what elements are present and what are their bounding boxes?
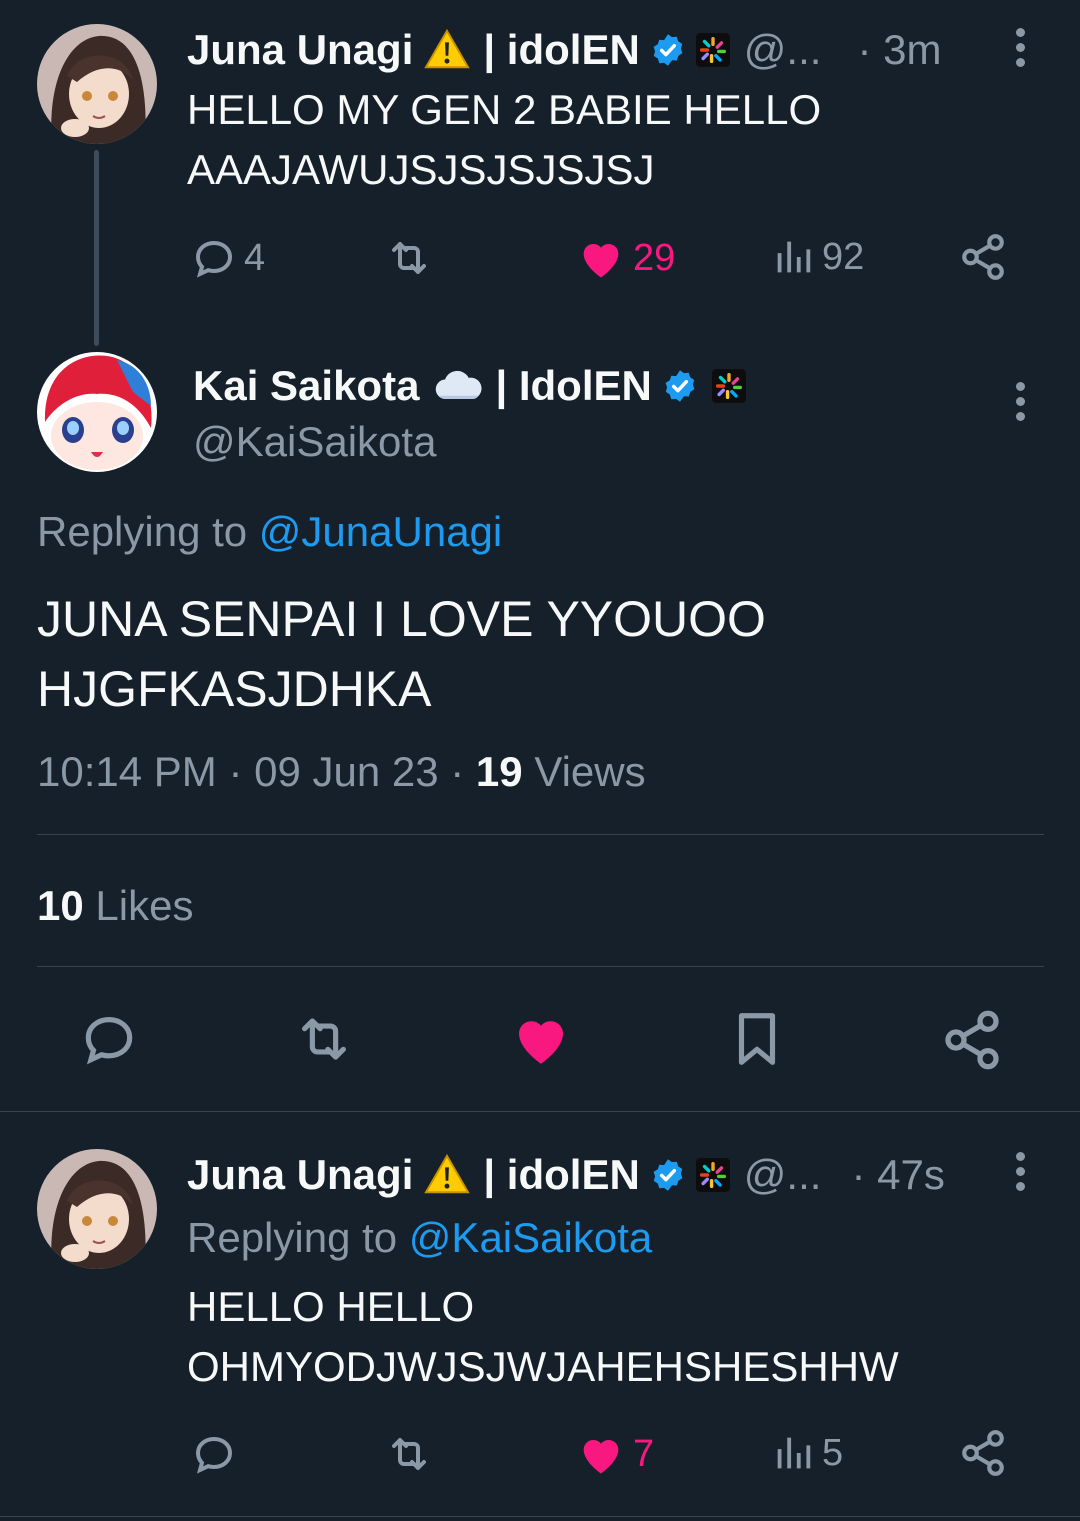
replying-to-label: Replying to [187,1214,398,1261]
replying-to-label: Replying to [37,508,248,555]
warning-icon [423,1152,471,1198]
idol-affiliate-icon[interactable] [696,33,730,67]
retweet-button[interactable] [382,234,436,282]
share-icon [940,1008,1004,1072]
replying-to-handle[interactable]: @JunaUnagi [259,508,502,555]
heart-icon [508,1006,574,1072]
tweet1-affiliation: | idolEN [483,26,640,73]
retweet-icon [382,1430,436,1478]
retweet-icon [382,234,436,282]
share-button[interactable] [958,1428,1008,1478]
verified-icon [662,368,698,404]
verified-icon [650,32,686,68]
verified-icon [650,1157,686,1193]
reply-icon [190,1430,238,1478]
tweet2-handle[interactable]: @KaiSaikota [193,418,436,466]
tweet2-author-name[interactable]: Kai Saikota [193,362,419,410]
view-count: 5 [822,1431,844,1474]
reply-icon [190,234,238,282]
tweet2-header: Kai Saikota | IdolEN [193,360,746,412]
tweet3-author-name[interactable]: Juna Unagi [187,1151,413,1199]
divider [37,834,1044,835]
like-button[interactable]: 29 [575,232,675,284]
warning-icon [423,27,471,73]
avatar-juna[interactable] [37,24,157,144]
tweet2-meta: 10:14 PM · 09 Jun 23 · 19 Views [37,748,646,796]
idol-affiliate-icon[interactable] [696,1158,730,1192]
reply-button[interactable] [190,1430,238,1478]
tweet1-header: Juna Unagi | idolEN @... · 3m [187,24,941,76]
tweet2-timestamp[interactable]: 10:14 PM · 09 Jun 23 · [37,748,464,795]
divider [37,966,1044,967]
reply-icon [78,1008,140,1070]
reply-button[interactable]: 4 [190,234,265,282]
tweet2-views-label: Views [534,748,646,795]
tweet1-time[interactable]: · 3m [857,26,941,74]
avatar-kai[interactable] [37,352,157,472]
views-button[interactable]: 92 [770,234,864,280]
retweet-button[interactable] [290,1008,358,1070]
tweet3-replying-to: Replying to @KaiSaikota [187,1214,652,1262]
views-button[interactable]: 5 [770,1430,843,1476]
like-count: 7 [633,1432,655,1475]
like-count: 29 [633,236,676,279]
tweet3-handle[interactable]: @... [744,1151,822,1199]
share-button[interactable] [940,1008,1004,1072]
more-options-icon[interactable] [1016,1152,1026,1197]
views-icon [770,1430,816,1476]
share-button[interactable] [958,232,1008,282]
share-icon [958,232,1008,282]
tweet3-header: Juna Unagi | idolEN @... · 47s [187,1149,945,1201]
tweet2-views-count: 19 [475,748,523,795]
tweet1-author-name[interactable]: Juna Unagi [187,26,413,74]
bookmark-button[interactable] [726,1008,788,1070]
share-icon [958,1428,1008,1478]
tweet2-likes-summary[interactable]: 10 Likes [37,882,193,930]
tweet3-time[interactable]: · 47s [851,1151,944,1199]
tweet2-text: JUNA SENPAI I LOVE YYOUOO HJGFKASJDHKA [37,591,766,717]
tweet2-affiliation: | IdolEN [495,362,652,409]
tweet3-text: HELLO HELLO OHMYODJWJSJWJAHEHSHESHHW [187,1283,899,1390]
more-options-icon[interactable] [1016,382,1026,427]
like-button[interactable] [508,1006,574,1072]
idol-affiliate-icon[interactable] [712,369,746,403]
retweet-icon [290,1008,358,1070]
views-icon [770,234,816,280]
avatar-juna[interactable] [37,1149,157,1269]
tweet2-replying-to: Replying to @JunaUnagi [37,508,502,556]
more-options-icon[interactable] [1016,28,1026,73]
divider [0,1516,1080,1517]
reply-count: 4 [244,236,266,279]
like-button[interactable]: 7 [575,1428,654,1480]
cloud-icon [433,369,485,403]
tweet2-likes-count: 10 [37,882,84,929]
bookmark-icon [726,1008,788,1070]
view-count: 92 [822,235,865,278]
retweet-button[interactable] [382,1430,436,1478]
heart-icon [575,1428,627,1480]
heart-icon [575,232,627,284]
tweet1-text: HELLO MY GEN 2 BABIE HELLO AAAJAWUJSJSJS… [187,86,822,193]
thread-line [94,150,99,346]
tweet2-likes-label: Likes [95,882,194,929]
reply-button[interactable] [78,1008,140,1070]
tweet1-handle[interactable]: @... [744,26,822,74]
tweet3-affiliation: | idolEN [483,1151,640,1198]
divider [0,1111,1080,1112]
replying-to-handle[interactable]: @KaiSaikota [409,1214,652,1261]
